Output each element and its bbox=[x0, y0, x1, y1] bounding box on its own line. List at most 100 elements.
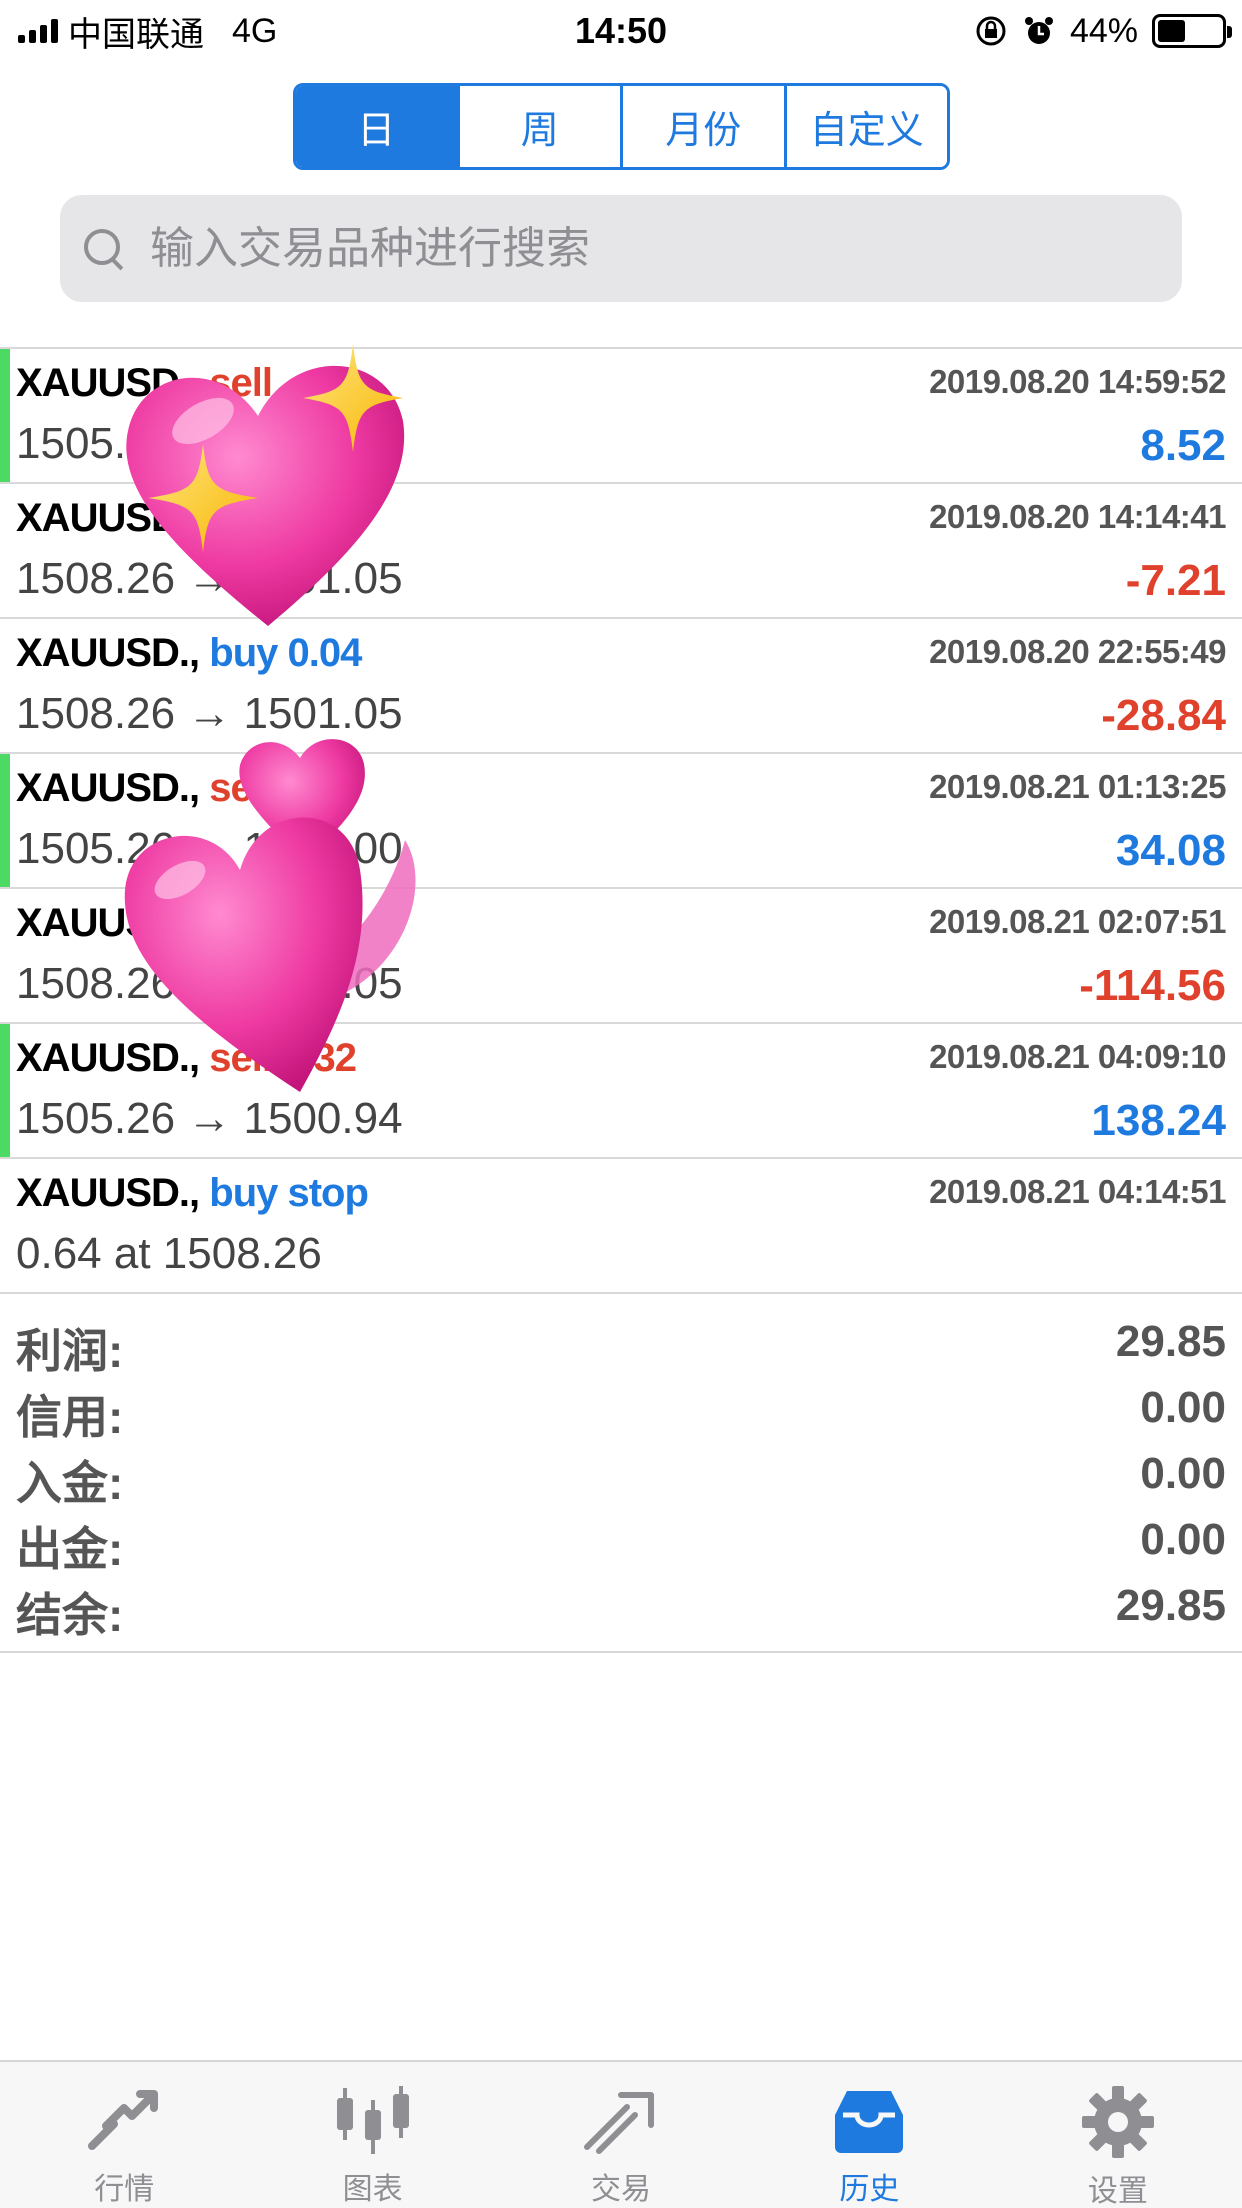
profit-indicator-bar bbox=[0, 1024, 10, 1157]
deal-prices: 1505.26 → 1500.00 bbox=[16, 824, 403, 873]
deal-profit: 138.24 bbox=[1091, 1096, 1226, 1145]
summary-row: 结余: 29.85 bbox=[0, 1573, 1242, 1641]
deal-title: XAUUSD., sell bbox=[16, 361, 273, 406]
profit-indicator-bar bbox=[0, 349, 10, 482]
deal-title: XAUUSD., buy bbox=[16, 496, 278, 541]
deal-time: 2019.08.21 02:07:51 bbox=[929, 903, 1226, 940]
history-screen: 中国联通 4G 14:50 44% 日 周 月份 自定义 输入交易品种进行搜索 … bbox=[0, 0, 1242, 2208]
history-icon bbox=[826, 2084, 912, 2158]
tab-chart[interactable]: 图表 bbox=[248, 2062, 496, 2208]
search-input[interactable] bbox=[150, 223, 1182, 274]
battery-icon bbox=[1152, 14, 1232, 48]
tab-quotes-label: 行情 bbox=[94, 2173, 155, 2206]
deal-title: XAUUSD., sell 0.32 bbox=[16, 1036, 357, 1081]
tab-settings[interactable]: 设置 bbox=[994, 2062, 1242, 2208]
deal-profit: -7.21 bbox=[1125, 556, 1226, 605]
deals-list: XAUUSD., sell 2019.08.20 14:59:52 1505.26 … bbox=[0, 347, 1242, 1294]
deal-symbol: XAUUSD., bbox=[16, 1036, 200, 1080]
deal-prices: 1508.26 → 1501.05 bbox=[16, 689, 403, 738]
deal-title: XAUUSD., buy stop bbox=[16, 1171, 369, 1216]
deal-prices: 1508.26 → 1501.05 bbox=[16, 554, 403, 603]
summary-row: 利润: 29.85 bbox=[0, 1309, 1242, 1377]
tab-history-label: 历史 bbox=[839, 2173, 900, 2206]
status-bar: 中国联通 4G 14:50 44% bbox=[0, 0, 1242, 62]
deal-profit: -114.56 bbox=[1079, 961, 1226, 1010]
trade-icon bbox=[578, 2084, 664, 2158]
tab-chart-label: 图表 bbox=[342, 2173, 403, 2206]
alarm-icon bbox=[1024, 17, 1053, 44]
deal-row[interactable]: XAUUSD., buy 2019.08.20 14:14:41 1508.26 →… bbox=[0, 484, 1242, 619]
summary-value: 29.85 bbox=[1115, 1581, 1226, 1630]
summary-label: 结余: bbox=[16, 1589, 124, 1641]
summary-label: 利润: bbox=[16, 1325, 124, 1377]
period-segmented-control: 日 周 月份 自定义 bbox=[293, 83, 950, 170]
deal-symbol: XAUUSD., bbox=[16, 361, 200, 405]
tab-history[interactable]: 历史 bbox=[745, 2062, 993, 2208]
deal-title: XAUUSD., buy 0.16 bbox=[16, 901, 362, 946]
quotes-icon bbox=[81, 2084, 167, 2158]
tab-trade[interactable]: 交易 bbox=[497, 2062, 745, 2208]
tab-trade-label: 交易 bbox=[591, 2173, 652, 2206]
deal-symbol: XAUUSD., bbox=[16, 631, 200, 675]
chart-icon bbox=[330, 2084, 416, 2158]
summary-value: 29.85 bbox=[1115, 1317, 1226, 1366]
summary-row: 入金: 0.00 bbox=[0, 1441, 1242, 1509]
deal-prices: 0.64 at 1508.26 bbox=[16, 1229, 322, 1278]
tab-quotes[interactable]: 行情 bbox=[0, 2062, 248, 2208]
battery-level bbox=[1158, 20, 1186, 42]
battery-percent: 44% bbox=[1069, 11, 1138, 50]
deal-prices: 1508.26 → 1501.05 bbox=[16, 959, 403, 1008]
summary-label: 信用: bbox=[16, 1391, 124, 1443]
deal-row[interactable]: XAUUSD., buy stop 2019.08.21 04:14:51 0.64… bbox=[0, 1159, 1242, 1294]
deal-title: XAUUSD., sell bbox=[16, 766, 273, 811]
summary-value: 0.00 bbox=[1140, 1449, 1226, 1498]
deal-row[interactable]: XAUUSD., sell 2019.08.20 14:59:52 1505.26 … bbox=[0, 349, 1242, 484]
summary-block: 利润: 29.85 信用: 0.00 入金: 0.00 出金: 0.00 结余: 29.85 bbox=[0, 1297, 1242, 1653]
deal-row[interactable]: XAUUSD., sell 0.32 2019.08.21 04:09:10 150… bbox=[0, 1024, 1242, 1159]
period-tab-week[interactable]: 周 bbox=[459, 86, 623, 167]
deal-time: 2019.08.20 14:59:52 bbox=[929, 363, 1226, 400]
deal-row[interactable]: XAUUSD., buy 0.16 2019.08.21 02:07:51 1508… bbox=[0, 889, 1242, 1024]
deal-type: sell 0.32 bbox=[199, 1036, 357, 1080]
profit-indicator-bar bbox=[0, 754, 10, 887]
period-tab-month[interactable]: 月份 bbox=[623, 86, 787, 167]
deal-profit: 34.08 bbox=[1115, 826, 1226, 875]
deal-prices: 1505.26 → 1500.00 bbox=[16, 419, 403, 468]
summary-row: 信用: 0.00 bbox=[0, 1375, 1242, 1443]
summary-label: 出金: bbox=[16, 1523, 124, 1575]
search-bar[interactable] bbox=[60, 195, 1182, 302]
deal-type: buy stop bbox=[199, 1171, 369, 1215]
deal-time: 2019.08.20 22:55:49 bbox=[929, 633, 1226, 670]
deal-type: buy 0.16 bbox=[199, 901, 362, 945]
deal-type: sell bbox=[199, 361, 273, 405]
tab-bar: 行情 图表 交易 历史 设置 bbox=[0, 2060, 1242, 2208]
deal-row[interactable]: XAUUSD., buy 0.04 2019.08.20 22:55:49 1508… bbox=[0, 619, 1242, 754]
deal-symbol: XAUUSD., bbox=[16, 496, 200, 540]
summary-label: 入金: bbox=[16, 1457, 124, 1509]
deal-symbol: XAUUSD., bbox=[16, 901, 200, 945]
summary-row: 出金: 0.00 bbox=[0, 1507, 1242, 1575]
deal-prices: 1505.26 → 1500.94 bbox=[16, 1094, 403, 1143]
deal-time: 2019.08.21 01:13:25 bbox=[929, 768, 1226, 805]
deal-title: XAUUSD., buy 0.04 bbox=[16, 631, 362, 676]
orientation-lock-icon bbox=[976, 16, 1006, 46]
search-icon bbox=[82, 227, 126, 271]
deal-symbol: XAUUSD., bbox=[16, 1171, 200, 1215]
status-right: 44% bbox=[974, 10, 1232, 52]
settings-icon bbox=[1075, 2084, 1161, 2160]
tab-settings-label: 设置 bbox=[1087, 2175, 1148, 2208]
deal-time: 2019.08.20 14:14:41 bbox=[929, 498, 1226, 535]
deal-type: sell bbox=[199, 766, 273, 810]
deal-profit: 8.52 bbox=[1140, 421, 1226, 470]
deal-type: buy bbox=[199, 496, 278, 540]
deal-type: buy 0.04 bbox=[199, 631, 362, 675]
summary-value: 0.00 bbox=[1140, 1383, 1226, 1432]
deal-profit: -28.84 bbox=[1101, 691, 1226, 740]
summary-value: 0.00 bbox=[1140, 1515, 1226, 1564]
deal-row[interactable]: XAUUSD., sell 2019.08.21 01:13:25 1505.26 … bbox=[0, 754, 1242, 889]
deal-time: 2019.08.21 04:14:51 bbox=[929, 1173, 1226, 1210]
deal-symbol: XAUUSD., bbox=[16, 766, 200, 810]
period-tab-custom[interactable]: 自定义 bbox=[786, 86, 947, 167]
deal-time: 2019.08.21 04:09:10 bbox=[929, 1038, 1226, 1075]
period-tab-day[interactable]: 日 bbox=[296, 86, 460, 167]
